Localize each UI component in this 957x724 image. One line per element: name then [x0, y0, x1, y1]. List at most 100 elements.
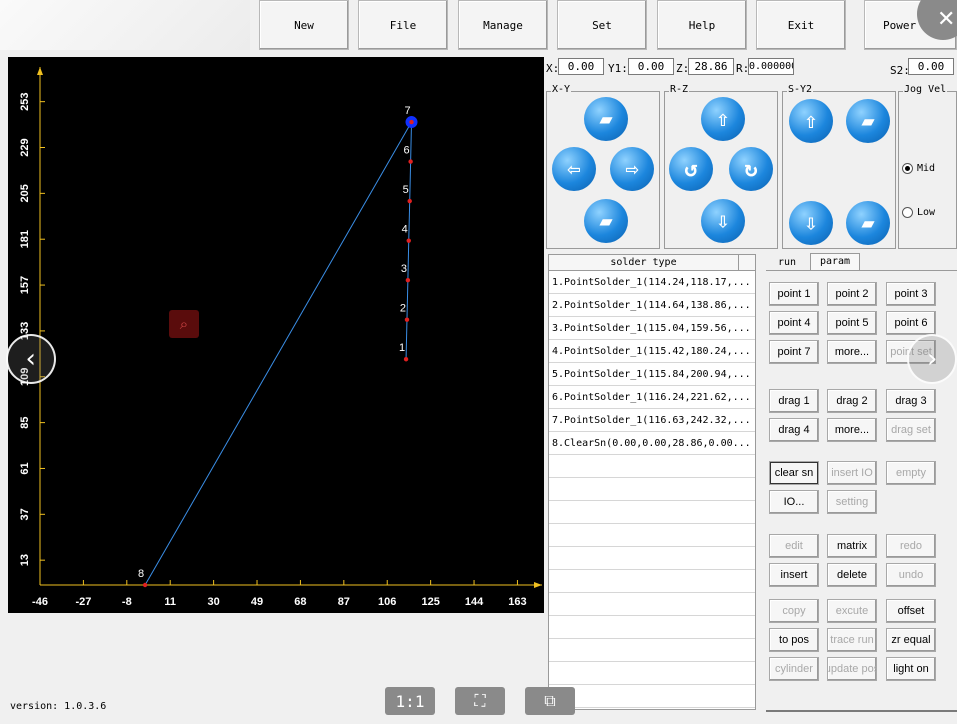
x-tick-label: 87 — [338, 596, 350, 608]
y2-forward-icon[interactable]: ▰ — [846, 99, 890, 143]
point-5-button[interactable]: point 5 — [827, 311, 877, 335]
edit-button[interactable]: edit — [769, 534, 819, 558]
point-6-button[interactable]: point 6 — [886, 311, 936, 335]
next-arrow-icon[interactable]: › — [907, 334, 957, 384]
light-on-button[interactable]: light on — [886, 657, 936, 681]
xy-group-label: X-Y — [551, 84, 572, 95]
point-label: 6 — [404, 145, 410, 157]
help-button[interactable]: Help — [657, 0, 747, 50]
x-field[interactable]: 0.00 — [558, 58, 604, 75]
prev-arrow-icon[interactable]: ‹ — [6, 334, 56, 384]
y1-field[interactable]: 0.00 — [628, 58, 674, 75]
list-item-empty[interactable] — [549, 594, 755, 616]
matrix-button[interactable]: matrix — [827, 534, 877, 558]
empty-button[interactable]: empty — [886, 461, 936, 485]
insert-io-button[interactable]: insert IO — [827, 461, 877, 485]
y-back-icon[interactable]: ▰ — [584, 199, 628, 243]
solder-program-list[interactable]: solder type 1.PointSolder_1(114.24,118.1… — [548, 254, 756, 710]
list-item-empty[interactable] — [549, 525, 755, 547]
drag-2-button[interactable]: drag 2 — [827, 389, 877, 413]
copy-button[interactable]: copy — [769, 599, 819, 623]
list-item[interactable]: 8.ClearSn(0.00,0.00,28.86,0.00... — [549, 433, 755, 455]
point-3-button[interactable]: point 3 — [886, 282, 936, 306]
tab-param[interactable]: param — [810, 253, 860, 271]
io-button[interactable]: IO... — [769, 490, 819, 514]
set-button[interactable]: Set — [557, 0, 647, 50]
exit-button[interactable]: Exit — [756, 0, 846, 50]
s-down-arrow-icon[interactable]: ⇩ — [789, 201, 833, 245]
point-4-button[interactable]: point 4 — [769, 311, 819, 335]
y-tick-label: 181 — [19, 230, 31, 248]
update-pos-button[interactable]: update pos — [827, 657, 877, 681]
offset-button[interactable]: offset — [886, 599, 936, 623]
r-rotate-ccw-icon[interactable]: ↺ — [669, 147, 713, 191]
list-item-empty[interactable] — [549, 456, 755, 478]
crop-icon[interactable]: ⧉ — [525, 687, 575, 715]
point-7-button[interactable]: point 7 — [769, 340, 819, 364]
list-item-empty[interactable] — [549, 617, 755, 639]
drag-4-button[interactable]: drag 4 — [769, 418, 819, 442]
list-item-empty[interactable] — [549, 640, 755, 662]
zoom-1-1-button[interactable]: 1:1 — [385, 687, 435, 715]
drag-1-button[interactable]: drag 1 — [769, 389, 819, 413]
z-up-arrow-icon[interactable]: ⇧ — [701, 97, 745, 141]
list-item[interactable]: 3.PointSolder_1(115.04,159.56,... — [549, 318, 755, 340]
list-header[interactable]: solder type — [549, 255, 739, 271]
x-tick-label: 11 — [164, 596, 176, 608]
list-item-empty[interactable] — [549, 571, 755, 593]
zr-equal-button[interactable]: zr equal — [886, 628, 936, 652]
undo-button[interactable]: undo — [886, 563, 936, 587]
drag-set-button[interactable]: drag set — [886, 418, 936, 442]
new-button[interactable]: New — [259, 0, 349, 50]
list-item-empty[interactable] — [549, 479, 755, 501]
drag-3-button[interactable]: drag 3 — [886, 389, 936, 413]
zoom-icon[interactable]: ⌕ — [169, 310, 199, 338]
list-item[interactable]: 2.PointSolder_1(114.64,138.86,... — [549, 295, 755, 317]
list-item-empty[interactable] — [549, 502, 755, 524]
r-field[interactable]: 0.000000 — [748, 58, 794, 75]
list-item[interactable]: 5.PointSolder_1(115.84,200.94,... — [549, 364, 755, 386]
list-item-empty[interactable] — [549, 548, 755, 570]
list-item[interactable]: 6.PointSolder_1(116.24,221.62,... — [549, 387, 755, 409]
list-item[interactable]: 1.PointSolder_1(114.24,118.17,... — [549, 272, 755, 294]
tab-run[interactable]: run — [769, 255, 805, 271]
clear-sn-button[interactable]: clear sn — [769, 461, 819, 485]
list-item[interactable]: 7.PointSolder_1(116.63,242.32,... — [549, 410, 755, 432]
cylinder-button[interactable]: cylinder — [769, 657, 819, 681]
z-field[interactable]: 28.86 — [688, 58, 734, 75]
list-item[interactable]: 4.PointSolder_1(115.42,180.24,... — [549, 341, 755, 363]
s-up-arrow-icon[interactable]: ⇧ — [789, 99, 833, 143]
x-left-arrow-icon[interactable]: ⇦ — [552, 147, 596, 191]
r-rotate-cw-icon[interactable]: ↻ — [729, 147, 773, 191]
y-axis-arrow-icon — [37, 67, 43, 75]
x-tick-label: 30 — [207, 596, 219, 608]
trajectory-plot[interactable]: -46 -27 -8 11 30 49 68 87 106 125 144 163 13 37 61 85 10… — [8, 57, 544, 613]
point-2-button[interactable]: point 2 — [827, 282, 877, 306]
trace-run-button[interactable]: trace run — [827, 628, 877, 652]
s2-field[interactable]: 0.00 — [908, 58, 954, 75]
y-forward-icon[interactable]: ▰ — [584, 97, 628, 141]
list-item-empty[interactable] — [549, 663, 755, 685]
setting-button[interactable]: setting — [827, 490, 877, 514]
more-points-button[interactable]: more... — [827, 340, 877, 364]
y2-back-icon[interactable]: ▰ — [846, 201, 890, 245]
jog-low-radio[interactable]: Low — [902, 207, 935, 218]
redo-button[interactable]: redo — [886, 534, 936, 558]
point-1-button[interactable]: point 1 — [769, 282, 819, 306]
x-right-arrow-icon[interactable]: ⇨ — [610, 147, 654, 191]
jog-mid-radio[interactable]: Mid — [902, 163, 935, 174]
y-tick-label: 37 — [19, 508, 31, 520]
fit-screen-icon[interactable]: ⛶ — [455, 687, 505, 715]
path-segment — [144, 121, 412, 586]
delete-button[interactable]: delete — [827, 563, 877, 587]
excute-button[interactable]: excute — [827, 599, 877, 623]
more-drags-button[interactable]: more... — [827, 418, 877, 442]
rz-group-label: R-Z — [669, 84, 690, 95]
manage-button[interactable]: Manage — [458, 0, 548, 50]
file-button[interactable]: File — [358, 0, 448, 50]
z-down-arrow-icon[interactable]: ⇩ — [701, 199, 745, 243]
y-tick-label: 61 — [19, 462, 31, 474]
to-pos-button[interactable]: to pos — [769, 628, 819, 652]
insert-button[interactable]: insert — [769, 563, 819, 587]
list-item-empty[interactable] — [549, 686, 755, 708]
